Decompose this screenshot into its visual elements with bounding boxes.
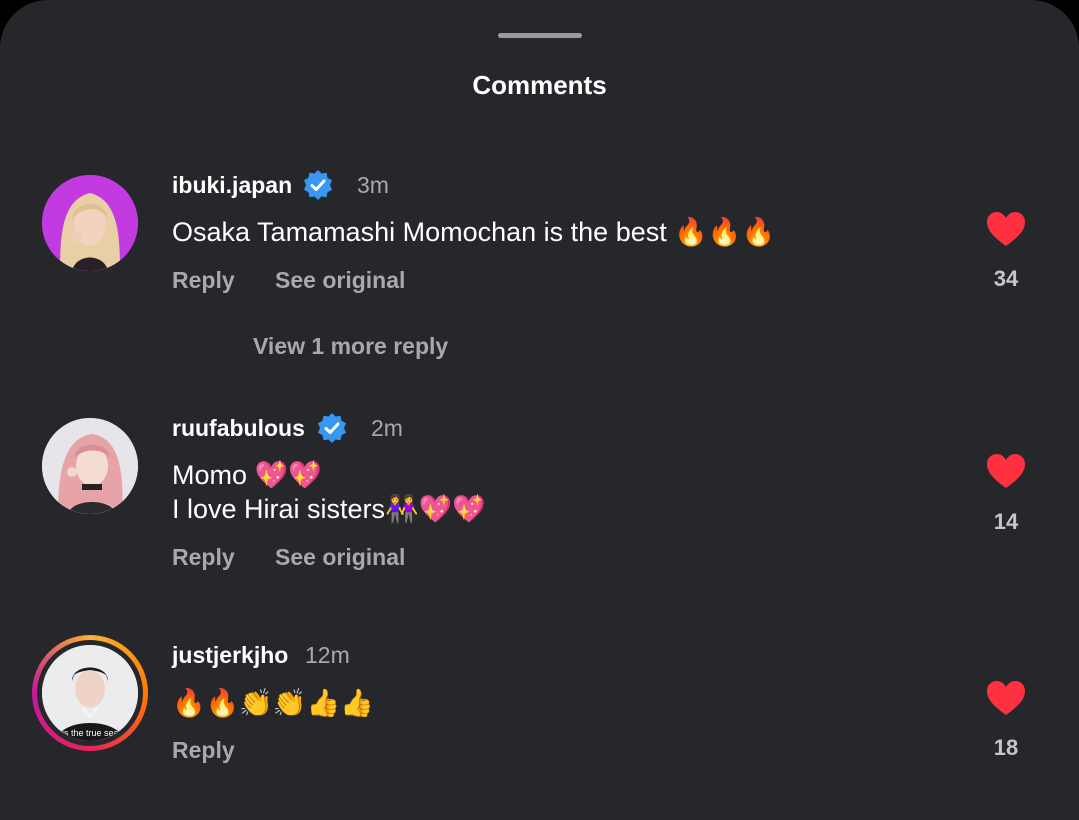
- comment-text: 🔥🔥👏👏👍👍: [172, 688, 374, 718]
- comment-username[interactable]: ruufabulous: [172, 415, 305, 442]
- sheet-title: Comments: [472, 70, 607, 100]
- comment-text: I love Hirai sisters👭💖💖: [172, 494, 486, 524]
- heart-icon[interactable]: [985, 210, 1027, 248]
- reply-button[interactable]: Reply: [172, 267, 235, 294]
- heart-icon[interactable]: [985, 452, 1027, 490]
- comment-text: Momo 💖💖: [172, 460, 322, 490]
- comment-username[interactable]: ibuki.japan: [172, 172, 292, 199]
- heart-icon[interactable]: [985, 679, 1027, 717]
- like-count: 18: [993, 735, 1019, 760]
- like-count: 34: [993, 266, 1019, 291]
- avatar[interactable]: [42, 175, 138, 271]
- verified-badge-icon: [304, 170, 332, 200]
- comment-time: 2m: [371, 415, 403, 441]
- comments-sheet: Comments ibuki.japan 3m Osaka Tamamashi …: [0, 0, 1079, 820]
- comment-time: 12m: [305, 642, 350, 668]
- verified-badge-icon: [318, 413, 346, 443]
- comment-username[interactable]: justjerkjho: [172, 642, 288, 669]
- see-original-button[interactable]: See original: [275, 544, 405, 571]
- drag-handle[interactable]: [498, 33, 582, 38]
- avatar[interactable]: is the true sea: [42, 645, 138, 741]
- comment-time: 3m: [357, 172, 389, 198]
- see-original-button[interactable]: See original: [275, 267, 405, 294]
- like-count: 14: [993, 509, 1019, 534]
- reply-button[interactable]: Reply: [172, 737, 235, 764]
- view-more-replies-button[interactable]: View 1 more reply: [253, 333, 448, 360]
- reply-button[interactable]: Reply: [172, 544, 235, 571]
- avatar[interactable]: [42, 418, 138, 514]
- avatar-shirt-text: is the true sea: [62, 728, 119, 738]
- comment-text: Osaka Tamamashi Momochan is the best 🔥🔥🔥: [172, 217, 776, 247]
